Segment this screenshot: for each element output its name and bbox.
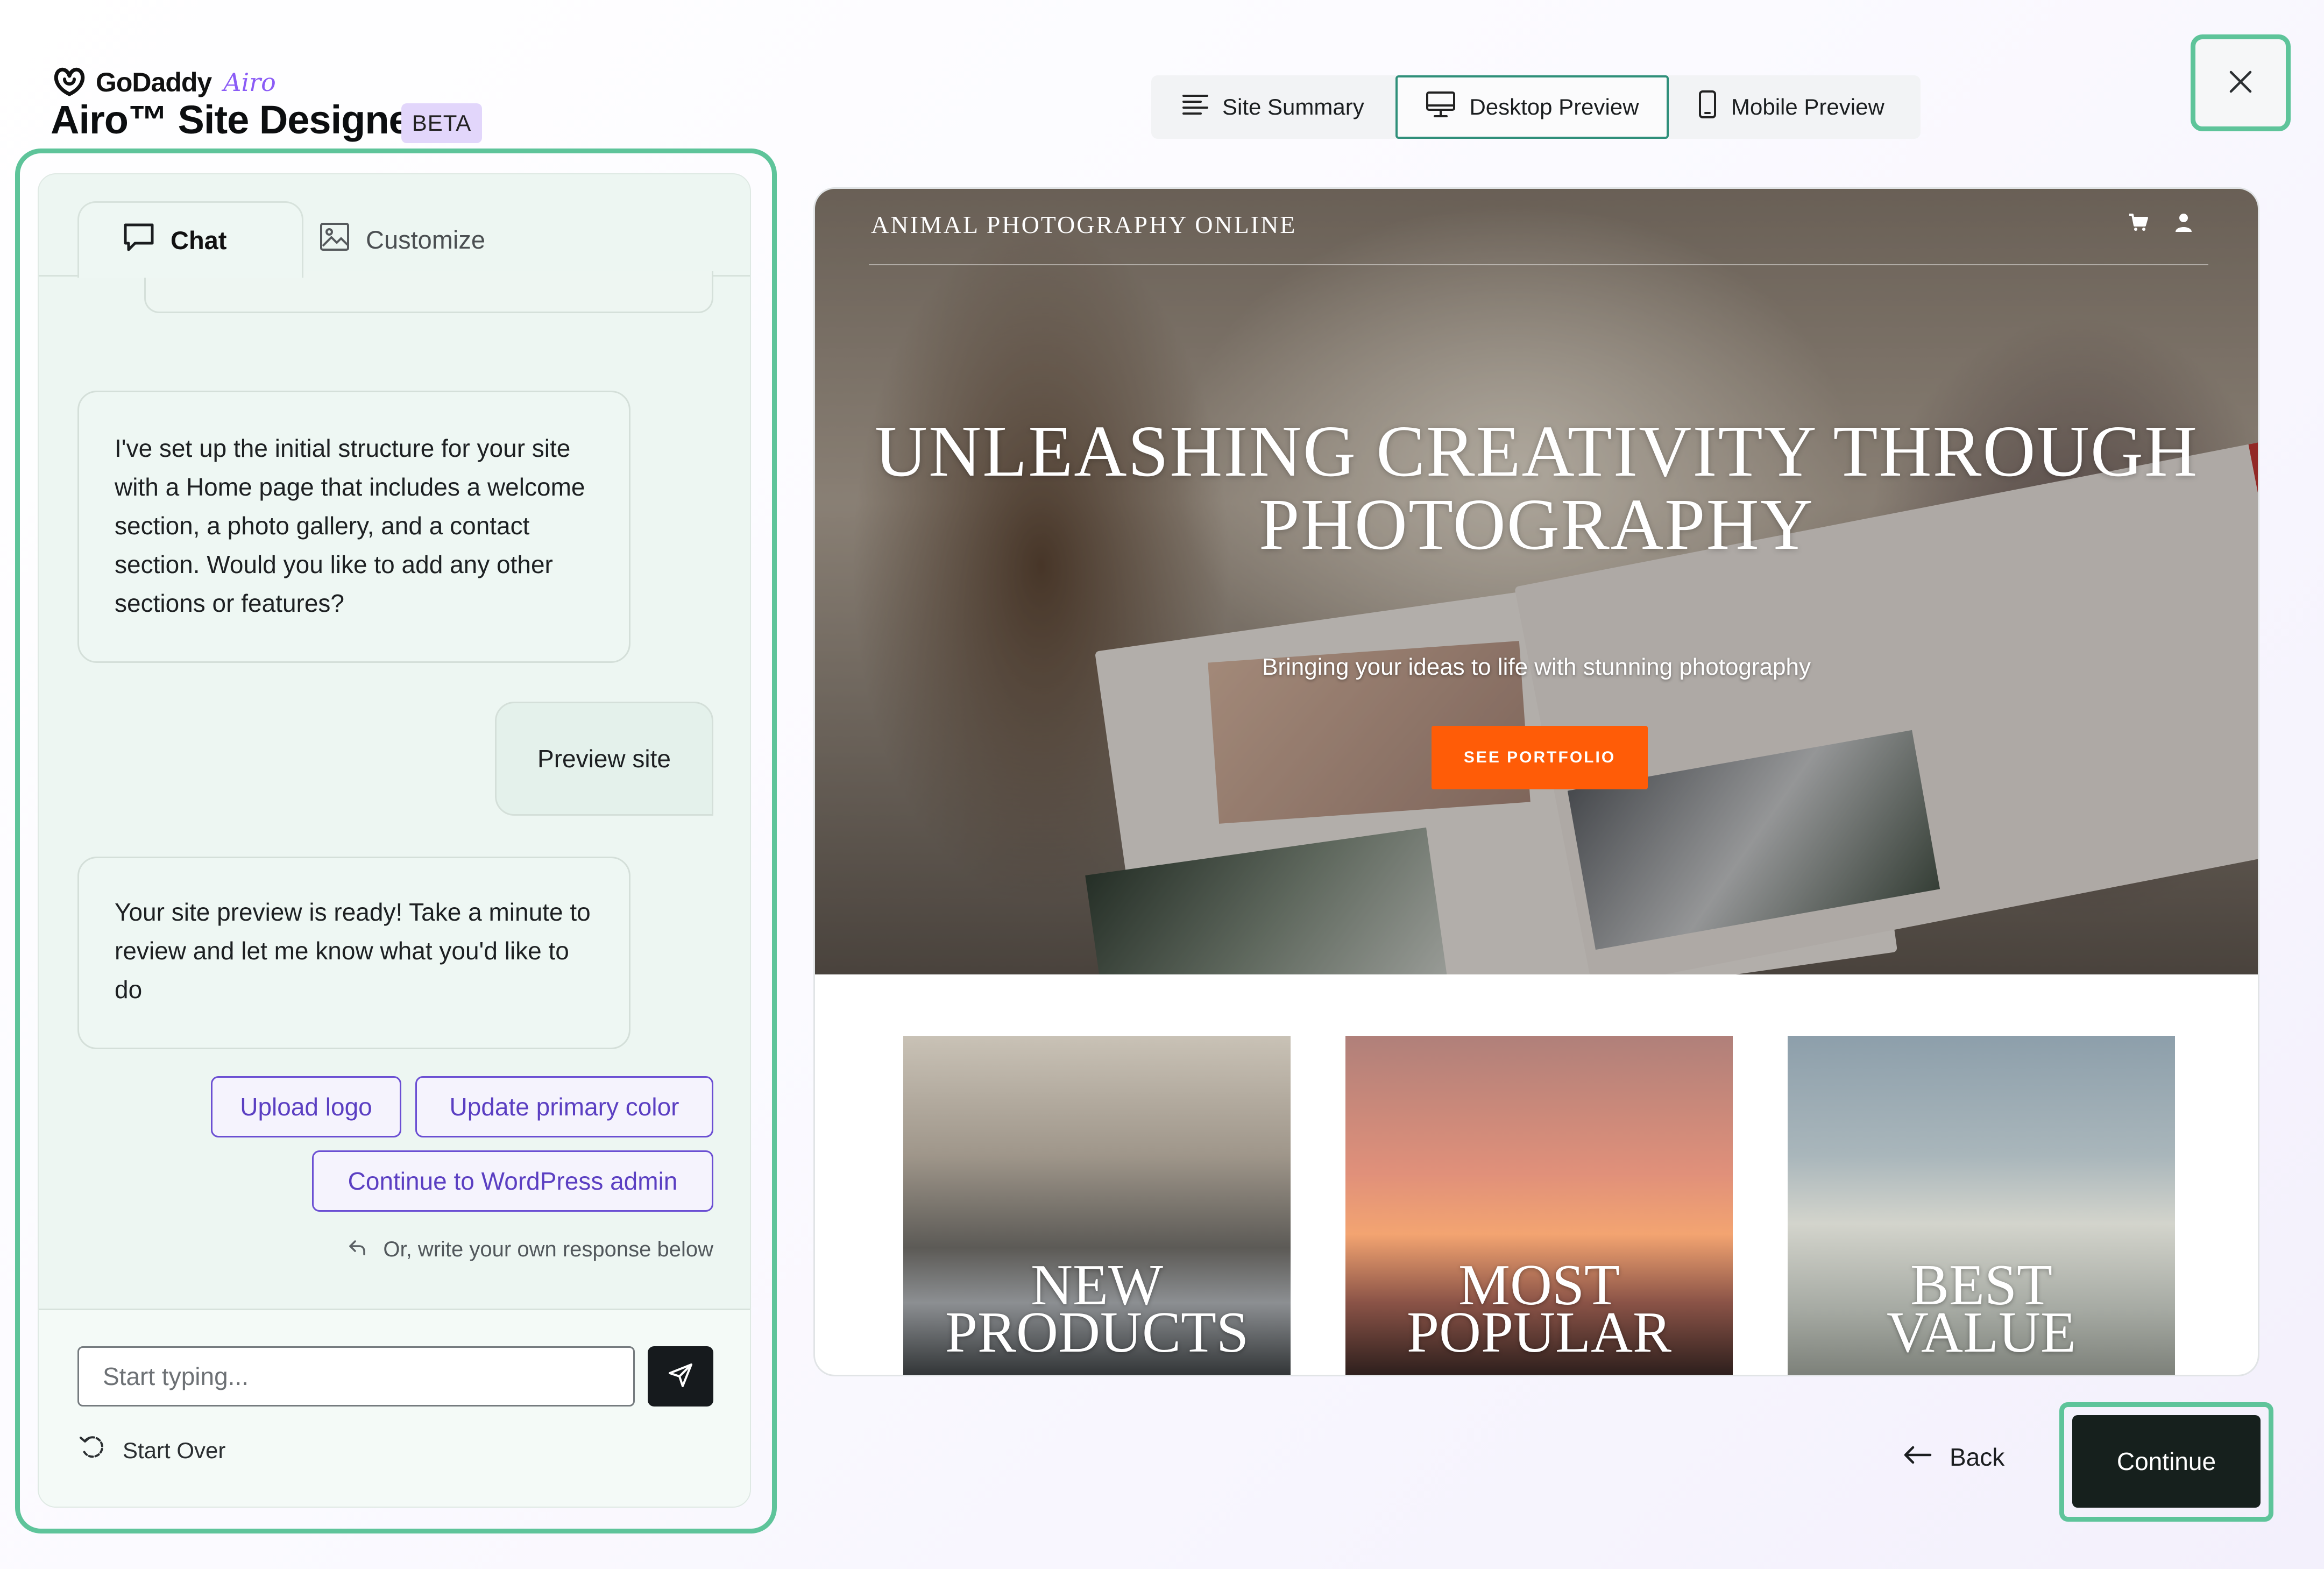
brand-godaddy-text: GoDaddy xyxy=(96,67,212,97)
site-name: ANIMAL PHOTOGRAPHY ONLINE xyxy=(871,211,1297,238)
brand-airo-text: Airo xyxy=(223,68,276,97)
upload-logo-button[interactable]: Upload logo xyxy=(211,1076,401,1137)
site-header-icons xyxy=(2128,211,2194,236)
update-primary-color-button[interactable]: Update primary color xyxy=(415,1076,713,1137)
close-icon xyxy=(2228,69,2254,97)
tab-customize[interactable]: Customize xyxy=(318,201,544,278)
response-hint: Or, write your own response below xyxy=(318,1238,713,1262)
response-hint-text: Or, write your own response below xyxy=(383,1238,713,1261)
back-button[interactable]: Back xyxy=(1899,1442,2008,1472)
restart-icon xyxy=(79,1433,108,1468)
category-card-most-popular[interactable]: MOST POPULAR xyxy=(1345,1036,1733,1375)
start-over-button[interactable]: Start Over xyxy=(79,1433,225,1468)
tab-mobile-preview[interactable]: Mobile Preview xyxy=(1697,75,1884,139)
tab-site-summary-label: Site Summary xyxy=(1222,94,1364,119)
tab-chat[interactable]: Chat xyxy=(77,201,303,278)
phone-icon xyxy=(1697,89,1718,125)
tab-desktop-preview-label: Desktop Preview xyxy=(1469,94,1639,119)
continue-to-wordpress-button[interactable]: Continue to WordPress admin xyxy=(312,1150,713,1212)
brand-logo: GoDaddy Airo xyxy=(51,63,276,101)
beta-badge: BETA xyxy=(401,103,482,143)
message-composer xyxy=(39,1309,750,1507)
category-card-label: NEW PRODUCTS xyxy=(945,1253,1249,1365)
page-title: Airo™ Site Designer xyxy=(51,97,426,142)
hero-title: UNLEASHING CREATIVITY THROUGH PHOTOGRAPH… xyxy=(874,411,2199,565)
user-message: Preview site xyxy=(495,702,713,816)
tab-desktop-preview[interactable]: Desktop Preview xyxy=(1395,75,1669,139)
header-divider xyxy=(869,264,2208,265)
tab-site-summary[interactable]: Site Summary xyxy=(1181,75,1364,139)
desktop-site-preview: ANIMAL PHOTOGRAPHY ONLINE UNLEASHING CRE… xyxy=(813,187,2259,1376)
send-icon xyxy=(665,1360,696,1393)
close-button[interactable] xyxy=(2191,34,2291,131)
list-icon xyxy=(1181,93,1209,122)
cart-icon[interactable] xyxy=(2128,211,2149,236)
send-button[interactable] xyxy=(648,1346,713,1407)
category-card-label: MOST POPULAR xyxy=(1406,1253,1672,1365)
hero-overlay xyxy=(815,189,2258,974)
chat-bubble-icon xyxy=(122,222,155,259)
chat-input[interactable] xyxy=(77,1346,635,1407)
tab-mobile-preview-label: Mobile Preview xyxy=(1731,94,1884,119)
preview-mode-tabs: Site Summary Desktop Preview Mobile Prev… xyxy=(1151,75,1921,139)
start-over-label: Start Over xyxy=(123,1438,226,1463)
tab-chat-label: Chat xyxy=(171,226,227,255)
hero-subtitle: Bringing your ideas to life with stunnin… xyxy=(1262,654,1811,680)
account-icon[interactable] xyxy=(2173,211,2194,236)
assistant-message: Your site preview is ready! Take a minut… xyxy=(77,857,630,1049)
category-card-best-value[interactable]: BEST VALUE xyxy=(1788,1036,2175,1375)
tab-customize-label: Customize xyxy=(366,225,486,254)
back-label: Back xyxy=(1950,1443,2005,1471)
arrow-left-icon xyxy=(1902,1443,1932,1472)
category-card-label: BEST VALUE xyxy=(1886,1253,2076,1365)
godaddy-logo-icon xyxy=(51,66,88,98)
assistant-message: I've set up the initial structure for yo… xyxy=(77,391,630,663)
continue-button[interactable]: Continue xyxy=(2072,1415,2261,1508)
category-card-new-products[interactable]: NEW PRODUCTS xyxy=(903,1036,1291,1375)
hero-section: ANIMAL PHOTOGRAPHY ONLINE UNLEASHING CRE… xyxy=(815,189,2258,974)
image-icon xyxy=(318,221,351,258)
monitor-icon xyxy=(1425,90,1456,124)
reply-arrow-icon xyxy=(348,1238,367,1262)
chat-panel: Chat Customize I've set up the initial s… xyxy=(38,173,751,1508)
see-portfolio-button[interactable]: SEE PORTFOLIO xyxy=(1432,726,1648,789)
